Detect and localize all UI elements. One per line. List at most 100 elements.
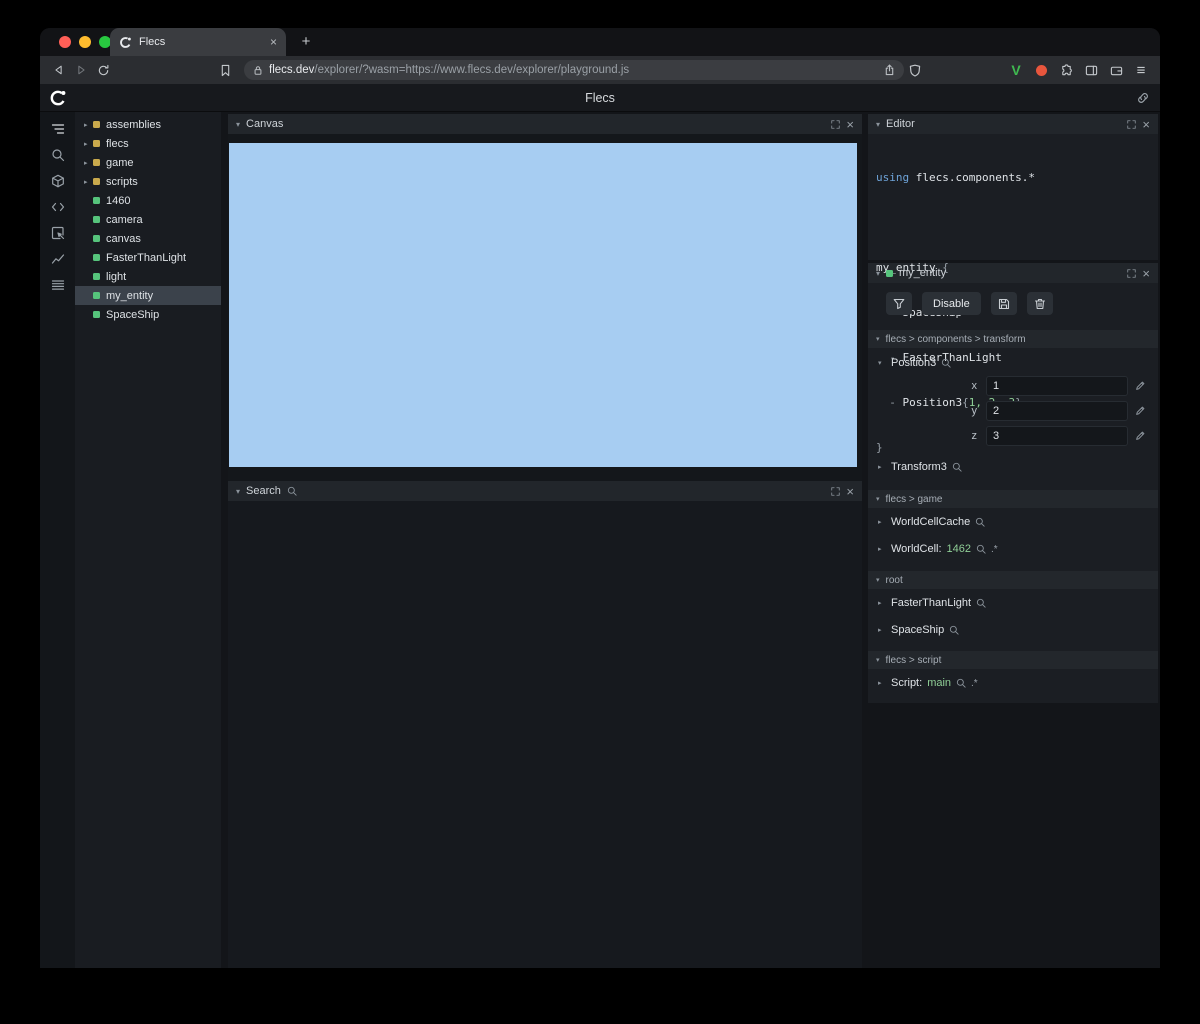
expand-icon[interactable]: ▸ [84,178,93,186]
new-tab-button[interactable]: + [296,32,316,52]
sidebar-panel-icon[interactable] [1080,59,1102,81]
section-header-script[interactable]: ▾ flecs > script [868,651,1158,669]
component-row-worldcell[interactable]: ▸ WorldCell: 1462 .* [868,539,1158,559]
tree-item-scripts[interactable]: ▸ scripts [75,172,221,191]
extension-v-icon[interactable]: V [1005,59,1027,81]
filter-button[interactable] [886,292,912,315]
expand-icon[interactable]: ▸ [878,626,886,634]
menu-icon[interactable]: ≡ [1130,59,1152,81]
delete-button[interactable] [1026,292,1053,315]
collapse-icon: ▾ [876,577,880,584]
code-icon[interactable] [50,199,65,214]
tree-item-spaceship[interactable]: SpaceShip [75,305,221,324]
collapse-icon[interactable]: ▾ [876,120,880,129]
search-panel-header: ▾ Search × [228,481,862,501]
chart-icon[interactable] [50,251,65,266]
scope-square [93,178,100,185]
entity-square [93,273,100,280]
position3-y-input[interactable] [986,400,1128,421]
search-icon[interactable] [50,147,65,162]
expand-panel-icon[interactable] [1127,119,1137,129]
tree-item-1460[interactable]: 1460 [75,191,221,210]
component-row-spaceship[interactable]: ▸ SpaceShip [868,620,1158,640]
expand-icon[interactable]: ▸ [84,159,93,167]
inspect-magnifier-icon[interactable] [952,462,962,472]
inspect-cursor-icon[interactable] [50,225,65,240]
cube-icon[interactable] [50,173,65,188]
edit-pencil-icon[interactable] [1135,380,1146,391]
inspect-magnifier-icon[interactable] [956,678,966,688]
close-panel-icon[interactable]: × [846,485,854,498]
expand-icon[interactable]: ▸ [878,545,886,553]
expand-panel-icon[interactable] [1127,268,1137,278]
extensions-puzzle-icon[interactable] [1055,59,1077,81]
component-row-fasterthanlight[interactable]: ▸ FasterThanLight [868,593,1158,613]
code-line: using flecs.components.* [876,170,1150,185]
address-bar[interactable]: flecs.dev/explorer/?wasm=https://www.fle… [244,60,904,80]
minimize-window-button[interactable] [79,36,91,48]
expand-icon[interactable]: ▸ [878,679,886,687]
scope-square [93,159,100,166]
expand-panel-icon[interactable] [831,486,841,496]
scope-square [93,121,100,128]
url-domain: flecs.dev [269,64,315,76]
expand-icon[interactable]: ▸ [878,518,886,526]
rows-icon[interactable] [50,277,65,292]
position3-x-input[interactable] [986,375,1128,396]
close-panel-icon[interactable]: × [846,118,854,131]
component-row-script[interactable]: ▸ Script: main .* [868,673,1158,693]
forward-icon[interactable] [70,59,92,81]
collapse-icon[interactable]: ▾ [236,487,240,496]
tree-item-assemblies[interactable]: ▸ assemblies [75,115,221,134]
disable-button[interactable]: Disable [922,292,981,315]
3d-canvas[interactable] [229,143,857,467]
expand-icon[interactable]: ▸ [878,463,886,471]
link-icon[interactable] [1136,91,1150,110]
inspect-magnifier-icon[interactable] [976,544,986,554]
edit-pencil-icon[interactable] [1135,405,1146,416]
bookmark-icon[interactable] [214,59,236,81]
tree-item-light[interactable]: light [75,267,221,286]
tab-close-icon[interactable]: × [270,36,277,48]
section-header-root[interactable]: ▾ root [868,571,1158,589]
shield-icon[interactable] [904,59,926,81]
section-header-game[interactable]: ▾ flecs > game [868,490,1158,508]
expand-icon[interactable]: ▸ [84,140,93,148]
tree-item-canvas[interactable]: canvas [75,229,221,248]
tree-item-fasterthanlight[interactable]: FasterThanLight [75,248,221,267]
save-button[interactable] [990,292,1017,315]
inspect-magnifier-icon[interactable] [976,598,986,608]
expand-panel-icon[interactable] [831,119,841,129]
field-label: z [971,429,978,442]
tree-item-my-entity[interactable]: my_entity [75,286,221,305]
close-panel-icon[interactable]: × [1142,267,1150,280]
outliner-icon[interactable] [50,121,65,136]
tree-item-game[interactable]: ▸ game [75,153,221,172]
component-row-worldcellcache[interactable]: ▸ WorldCellCache [868,512,1158,532]
back-icon[interactable] [48,59,70,81]
expand-icon[interactable]: ▸ [878,599,886,607]
position3-z-input[interactable] [986,425,1128,446]
collapse-icon[interactable]: ▾ [876,269,880,278]
inspect-magnifier-icon[interactable] [949,625,959,635]
inspect-magnifier-icon[interactable] [941,358,951,368]
collapse-icon[interactable]: ▾ [236,120,240,129]
tree-item-flecs[interactable]: ▸ flecs [75,134,221,153]
wallet-icon[interactable] [1105,59,1127,81]
share-icon[interactable] [884,64,895,76]
extension-dot-icon[interactable] [1030,59,1052,81]
lock-icon [253,65,263,76]
reload-icon[interactable] [92,59,114,81]
close-panel-icon[interactable]: × [1142,118,1150,131]
window-controls [59,36,111,48]
component-name: FasterThanLight [891,597,972,609]
expand-icon[interactable]: ▸ [84,121,93,129]
url-text[interactable]: flecs.dev/explorer/?wasm=https://www.fle… [269,64,878,76]
close-window-button[interactable] [59,36,71,48]
code-editor[interactable]: using flecs.components.* my_entity { - S… [868,134,1158,454]
inspect-magnifier-icon[interactable] [975,517,985,527]
browser-tab[interactable]: Flecs × [110,28,286,56]
tree-item-camera[interactable]: camera [75,210,221,229]
edit-pencil-icon[interactable] [1135,430,1146,441]
expand-icon[interactable]: ▾ [878,359,886,367]
